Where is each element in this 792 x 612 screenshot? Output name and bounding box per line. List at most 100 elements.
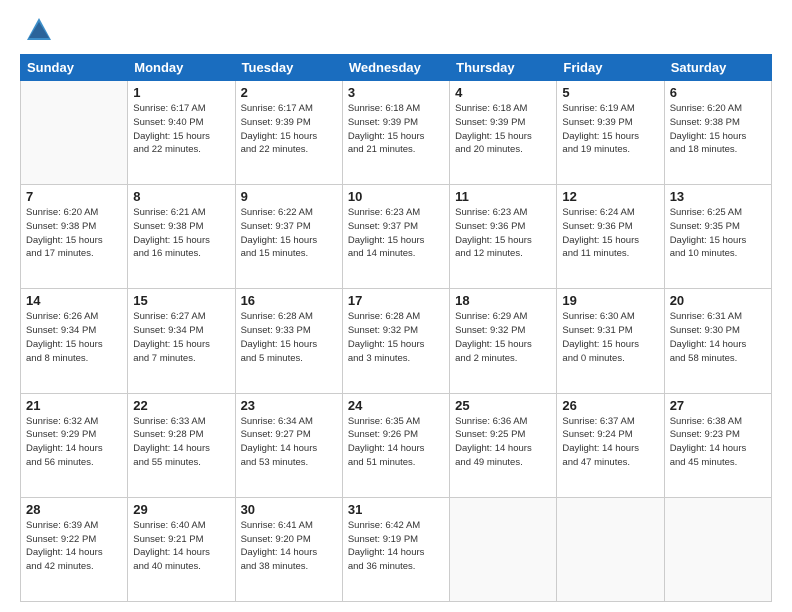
calendar-cell: 8Sunrise: 6:21 AM Sunset: 9:38 PM Daylig… xyxy=(128,185,235,289)
day-info: Sunrise: 6:42 AM Sunset: 9:19 PM Dayligh… xyxy=(348,519,444,574)
calendar-cell: 26 Sunrise: 6:37 AM Sunset: 9:24 PM Dayli… xyxy=(557,393,664,497)
calendar-cell: 16Sunrise: 6:28 AM Sunset: 9:33 PM Dayli… xyxy=(235,289,342,393)
day-number: 19 xyxy=(562,293,658,308)
calendar-header-tuesday: Tuesday xyxy=(235,55,342,81)
logo-icon xyxy=(25,16,53,44)
day-info: Sunrise: 6:35 AM Sunset: 9:26 PM Dayligh… xyxy=(348,415,444,470)
day-number: 5 xyxy=(562,85,658,100)
day-info: Sunrise: 6:24 AM Sunset: 9:36 PM Dayligh… xyxy=(562,206,658,261)
day-info: Sunrise: 6:23 AM Sunset: 9:37 PM Dayligh… xyxy=(348,206,444,261)
day-number: 24 xyxy=(348,398,444,413)
calendar-cell: 31 Sunrise: 6:42 AM Sunset: 9:19 PM Dayli… xyxy=(342,497,449,601)
calendar-header-wednesday: Wednesday xyxy=(342,55,449,81)
day-number: 8 xyxy=(133,189,229,204)
calendar-cell xyxy=(664,497,771,601)
calendar-cell: 19 Sunrise: 6:30 AM Sunset: 9:31 PM Dayli… xyxy=(557,289,664,393)
day-number: 12 xyxy=(562,189,658,204)
calendar-cell: 7 Sunrise: 6:20 AM Sunset: 9:38 PM Daylig… xyxy=(21,185,128,289)
day-info: Sunrise: 6:20 AM Sunset: 9:38 PM Dayligh… xyxy=(670,102,766,157)
day-info: Sunrise: 6:36 AM Sunset: 9:25 PM Dayligh… xyxy=(455,415,551,470)
day-number: 3 xyxy=(348,85,444,100)
calendar-week-row: 1 Sunrise: 6:17 AM Sunset: 9:40 PM Daylig… xyxy=(21,81,772,185)
header xyxy=(20,16,772,44)
day-info: Sunrise: 6:23 AM Sunset: 9:36 PM Dayligh… xyxy=(455,206,551,261)
day-info: Sunrise: 6:41 AM Sunset: 9:20 PM Dayligh… xyxy=(241,519,337,574)
day-number: 9 xyxy=(241,189,337,204)
calendar-week-row: 28Sunrise: 6:39 AM Sunset: 9:22 PM Dayli… xyxy=(21,497,772,601)
day-number: 2 xyxy=(241,85,337,100)
day-info: Sunrise: 6:38 AM Sunset: 9:23 PM Dayligh… xyxy=(670,415,766,470)
calendar-cell: 5 Sunrise: 6:19 AM Sunset: 9:39 PM Daylig… xyxy=(557,81,664,185)
day-number: 17 xyxy=(348,293,444,308)
calendar-cell: 25 Sunrise: 6:36 AM Sunset: 9:25 PM Dayli… xyxy=(450,393,557,497)
day-number: 22 xyxy=(133,398,229,413)
calendar-header-saturday: Saturday xyxy=(664,55,771,81)
calendar-cell: 15 Sunrise: 6:27 AM Sunset: 9:34 PM Dayli… xyxy=(128,289,235,393)
day-info: Sunrise: 6:25 AM Sunset: 9:35 PM Dayligh… xyxy=(670,206,766,261)
day-number: 14 xyxy=(26,293,122,308)
day-info: Sunrise: 6:20 AM Sunset: 9:38 PM Dayligh… xyxy=(26,206,122,261)
calendar-header-thursday: Thursday xyxy=(450,55,557,81)
day-info: Sunrise: 6:19 AM Sunset: 9:39 PM Dayligh… xyxy=(562,102,658,157)
day-number: 29 xyxy=(133,502,229,517)
day-info: Sunrise: 6:33 AM Sunset: 9:28 PM Dayligh… xyxy=(133,415,229,470)
calendar-cell: 30 Sunrise: 6:41 AM Sunset: 9:20 PM Dayli… xyxy=(235,497,342,601)
calendar-header-sunday: Sunday xyxy=(21,55,128,81)
day-info: Sunrise: 6:26 AM Sunset: 9:34 PM Dayligh… xyxy=(26,310,122,365)
day-info: Sunrise: 6:18 AM Sunset: 9:39 PM Dayligh… xyxy=(455,102,551,157)
calendar-cell: 27 Sunrise: 6:38 AM Sunset: 9:23 PM Dayli… xyxy=(664,393,771,497)
day-number: 1 xyxy=(133,85,229,100)
day-number: 7 xyxy=(26,189,122,204)
day-info: Sunrise: 6:29 AM Sunset: 9:32 PM Dayligh… xyxy=(455,310,551,365)
day-number: 13 xyxy=(670,189,766,204)
day-info: Sunrise: 6:37 AM Sunset: 9:24 PM Dayligh… xyxy=(562,415,658,470)
day-info: Sunrise: 6:34 AM Sunset: 9:27 PM Dayligh… xyxy=(241,415,337,470)
calendar-cell: 22 Sunrise: 6:33 AM Sunset: 9:28 PM Dayli… xyxy=(128,393,235,497)
calendar-header-row: SundayMondayTuesdayWednesdayThursdayFrid… xyxy=(21,55,772,81)
day-number: 27 xyxy=(670,398,766,413)
day-number: 20 xyxy=(670,293,766,308)
day-info: Sunrise: 6:40 AM Sunset: 9:21 PM Dayligh… xyxy=(133,519,229,574)
day-number: 25 xyxy=(455,398,551,413)
day-number: 30 xyxy=(241,502,337,517)
calendar-cell: 12 Sunrise: 6:24 AM Sunset: 9:36 PM Dayli… xyxy=(557,185,664,289)
day-number: 23 xyxy=(241,398,337,413)
calendar-week-row: 7 Sunrise: 6:20 AM Sunset: 9:38 PM Daylig… xyxy=(21,185,772,289)
day-info: Sunrise: 6:17 AM Sunset: 9:40 PM Dayligh… xyxy=(133,102,229,157)
calendar-cell: 10 Sunrise: 6:23 AM Sunset: 9:37 PM Dayli… xyxy=(342,185,449,289)
day-number: 26 xyxy=(562,398,658,413)
page: SundayMondayTuesdayWednesdayThursdayFrid… xyxy=(0,0,792,612)
calendar-cell: 6 Sunrise: 6:20 AM Sunset: 9:38 PM Daylig… xyxy=(664,81,771,185)
calendar-header-monday: Monday xyxy=(128,55,235,81)
day-info: Sunrise: 6:30 AM Sunset: 9:31 PM Dayligh… xyxy=(562,310,658,365)
calendar-cell: 9Sunrise: 6:22 AM Sunset: 9:37 PM Daylig… xyxy=(235,185,342,289)
calendar-cell: 14 Sunrise: 6:26 AM Sunset: 9:34 PM Dayli… xyxy=(21,289,128,393)
day-info: Sunrise: 6:39 AM Sunset: 9:22 PM Dayligh… xyxy=(26,519,122,574)
calendar-cell: 21 Sunrise: 6:32 AM Sunset: 9:29 PM Dayli… xyxy=(21,393,128,497)
calendar-week-row: 14 Sunrise: 6:26 AM Sunset: 9:34 PM Dayli… xyxy=(21,289,772,393)
calendar-cell: 18 Sunrise: 6:29 AM Sunset: 9:32 PM Dayli… xyxy=(450,289,557,393)
calendar-header-friday: Friday xyxy=(557,55,664,81)
day-number: 18 xyxy=(455,293,551,308)
calendar-cell xyxy=(21,81,128,185)
calendar-cell: 1 Sunrise: 6:17 AM Sunset: 9:40 PM Daylig… xyxy=(128,81,235,185)
day-number: 31 xyxy=(348,502,444,517)
calendar-cell: 2Sunrise: 6:17 AM Sunset: 9:39 PM Daylig… xyxy=(235,81,342,185)
day-number: 16 xyxy=(241,293,337,308)
day-number: 15 xyxy=(133,293,229,308)
day-info: Sunrise: 6:27 AM Sunset: 9:34 PM Dayligh… xyxy=(133,310,229,365)
day-number: 6 xyxy=(670,85,766,100)
day-number: 10 xyxy=(348,189,444,204)
calendar-cell: 29 Sunrise: 6:40 AM Sunset: 9:21 PM Dayli… xyxy=(128,497,235,601)
day-info: Sunrise: 6:28 AM Sunset: 9:32 PM Dayligh… xyxy=(348,310,444,365)
day-number: 21 xyxy=(26,398,122,413)
day-number: 11 xyxy=(455,189,551,204)
calendar-cell: 11 Sunrise: 6:23 AM Sunset: 9:36 PM Dayli… xyxy=(450,185,557,289)
calendar-cell: 17 Sunrise: 6:28 AM Sunset: 9:32 PM Dayli… xyxy=(342,289,449,393)
calendar-cell: 3 Sunrise: 6:18 AM Sunset: 9:39 PM Daylig… xyxy=(342,81,449,185)
calendar-table: SundayMondayTuesdayWednesdayThursdayFrid… xyxy=(20,54,772,602)
calendar-cell: 24 Sunrise: 6:35 AM Sunset: 9:26 PM Dayli… xyxy=(342,393,449,497)
day-info: Sunrise: 6:31 AM Sunset: 9:30 PM Dayligh… xyxy=(670,310,766,365)
day-info: Sunrise: 6:32 AM Sunset: 9:29 PM Dayligh… xyxy=(26,415,122,470)
day-info: Sunrise: 6:18 AM Sunset: 9:39 PM Dayligh… xyxy=(348,102,444,157)
